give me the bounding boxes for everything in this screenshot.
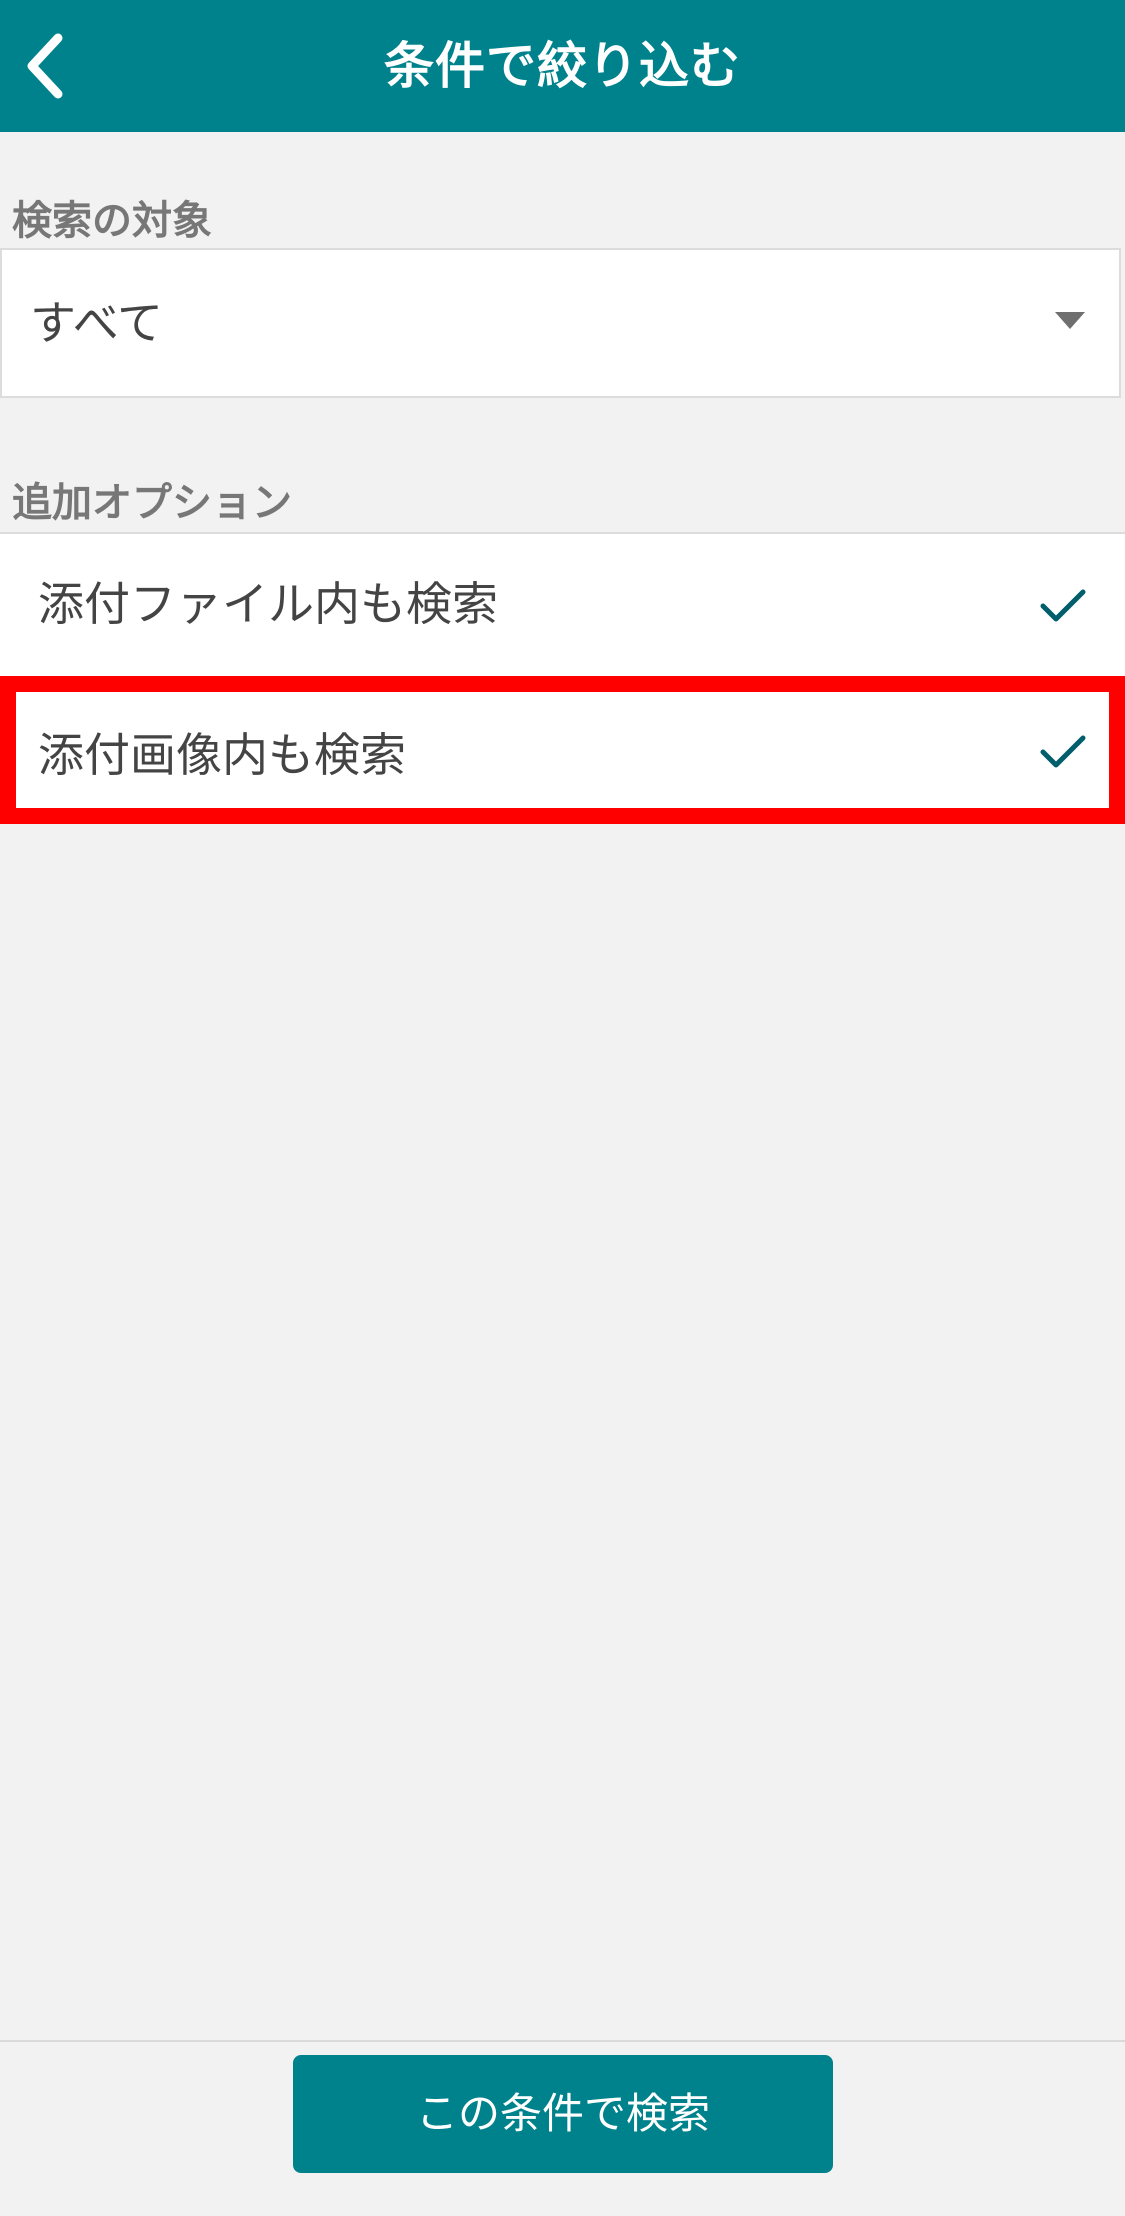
options-list: 添付ファイル内も検索 添付画像内も検索 xyxy=(0,532,1125,824)
search-target-label: 検索の対象 xyxy=(12,198,212,244)
option-label: 添付ファイル内も検索 xyxy=(38,577,498,631)
option-attachment-files[interactable]: 添付ファイル内も検索 xyxy=(0,532,1125,676)
caret-down-icon xyxy=(1055,312,1085,329)
check-icon xyxy=(1040,735,1086,768)
additional-options-label: 追加オプション xyxy=(12,480,292,526)
search-target-value: すべて xyxy=(30,296,163,350)
option-label: 添付画像内も検索 xyxy=(38,728,406,782)
footer-divider xyxy=(0,2040,1125,2042)
search-target-select[interactable]: すべて xyxy=(0,248,1121,398)
check-icon xyxy=(1040,589,1086,622)
header-bar: 条件で絞り込む xyxy=(0,0,1125,132)
option-attachment-images[interactable]: 添付画像内も検索 xyxy=(0,676,1125,824)
search-with-conditions-button[interactable]: この条件で検索 xyxy=(293,2055,833,2173)
page-title: 条件で絞り込む xyxy=(384,37,741,95)
